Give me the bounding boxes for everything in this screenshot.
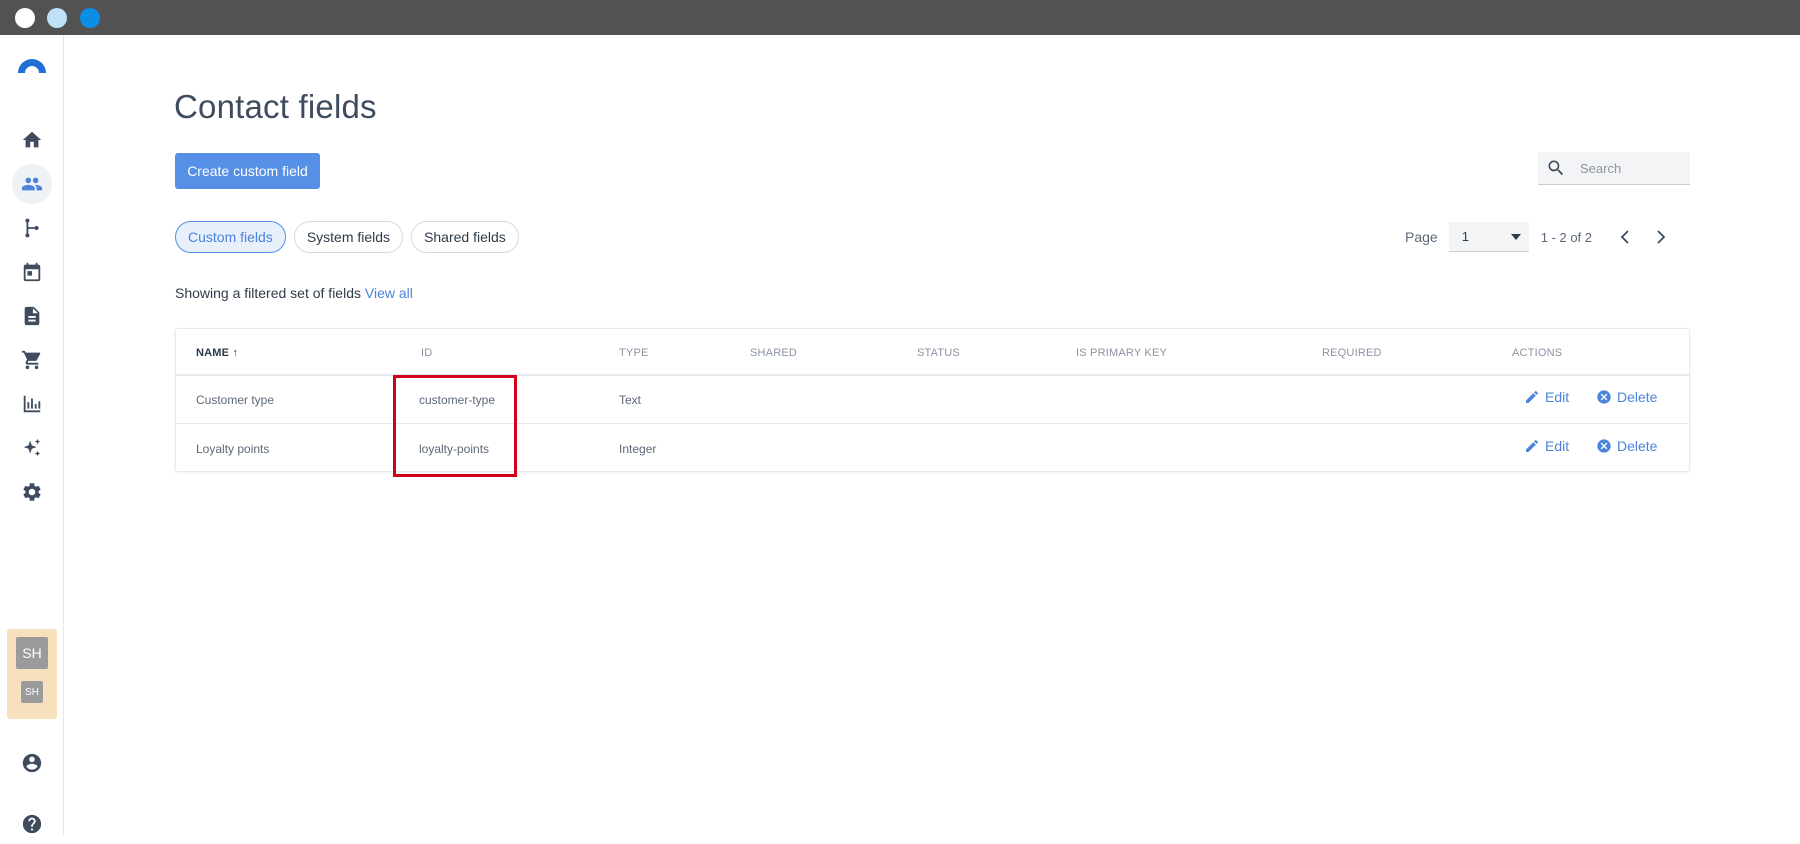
column-header-is-primary-key: IS PRIMARY KEY xyxy=(1076,347,1168,359)
sidebar-item-contacts[interactable] xyxy=(12,164,52,204)
account-switcher: SH SH xyxy=(7,629,57,719)
pagination: Page 1 1 - 2 of 2 xyxy=(1405,221,1676,253)
delete-button[interactable]: Delete xyxy=(1596,389,1657,405)
tab-custom-fields[interactable]: Custom fields xyxy=(175,221,286,253)
cart-icon xyxy=(21,350,41,370)
page-range: 1 - 2 of 2 xyxy=(1540,229,1593,245)
avatar[interactable]: SH xyxy=(16,637,48,669)
branch-icon xyxy=(25,218,39,238)
chevron-right-icon xyxy=(1657,230,1666,244)
view-all-link[interactable]: View all xyxy=(365,285,413,301)
logo-icon[interactable] xyxy=(16,53,48,75)
column-header-status: STATUS xyxy=(917,347,960,359)
delete-button[interactable]: Delete xyxy=(1596,438,1657,454)
sidebar-item-journeys[interactable] xyxy=(12,208,52,248)
page-title: Contact fields xyxy=(174,88,377,125)
document-icon xyxy=(24,306,40,326)
sidebar-item-ai[interactable] xyxy=(12,428,52,468)
table-row: Loyalty points loyalty-points Integer Ed… xyxy=(176,425,1689,473)
bar-chart-icon xyxy=(23,395,41,413)
caret-down-icon xyxy=(1510,233,1521,240)
window-minimize-button[interactable] xyxy=(47,8,67,28)
cancel-circle-icon xyxy=(1597,390,1611,404)
sparkle-icon xyxy=(23,438,41,457)
cell-type: Text xyxy=(619,393,642,407)
search-box[interactable] xyxy=(1538,152,1690,185)
cell-name: Loyalty points xyxy=(196,442,270,456)
home-icon xyxy=(22,131,42,148)
sidebar-item-commerce[interactable] xyxy=(12,340,52,380)
column-header-id: ID xyxy=(421,347,433,359)
avatar-small[interactable]: SH xyxy=(21,681,43,703)
edit-button[interactable]: Edit xyxy=(1524,438,1569,454)
prev-page-button[interactable] xyxy=(1610,222,1640,252)
sort-arrow-up-icon: ↑ xyxy=(232,347,239,359)
edit-button[interactable]: Edit xyxy=(1524,389,1569,405)
column-header-shared: SHARED xyxy=(750,347,798,359)
table-header: NAME ↑ ID TYPE SHARED STATUS IS PRIMARY … xyxy=(176,329,1689,376)
fields-table: NAME ↑ ID TYPE SHARED STATUS IS PRIMARY … xyxy=(175,328,1690,472)
people-icon xyxy=(21,177,43,191)
page-select-value: 1 xyxy=(1461,229,1469,244)
calendar-icon xyxy=(23,262,41,282)
column-header-type: TYPE xyxy=(619,347,649,359)
tab-shared-fields[interactable]: Shared fields xyxy=(411,221,519,253)
column-header-required: REQUIRED xyxy=(1322,347,1382,359)
cell-type: Integer xyxy=(619,442,657,456)
page-label: Page xyxy=(1405,229,1438,245)
cell-id: customer-type xyxy=(419,393,496,407)
sidebar-item-analytics[interactable] xyxy=(12,384,52,424)
next-page-button[interactable] xyxy=(1646,222,1676,252)
sidebar-item-profile[interactable] xyxy=(12,743,52,783)
pencil-icon xyxy=(1526,439,1539,452)
window-titlebar xyxy=(0,0,1800,35)
window-maximize-button[interactable] xyxy=(80,8,100,28)
filter-note: Showing a filtered set of fields View al… xyxy=(175,285,413,301)
search-icon xyxy=(1548,160,1564,176)
field-type-tabs: Custom fields System fields Shared field… xyxy=(175,221,519,253)
cell-name: Customer type xyxy=(196,393,275,407)
window-close-button[interactable] xyxy=(15,8,35,28)
tab-system-fields[interactable]: System fields xyxy=(293,221,404,253)
chevron-left-icon xyxy=(1620,230,1629,244)
account-circle-icon xyxy=(22,753,42,773)
search-input[interactable] xyxy=(1580,160,1680,176)
help-icon xyxy=(22,814,42,834)
create-custom-field-button[interactable]: Create custom field xyxy=(175,153,320,189)
pencil-icon xyxy=(1526,390,1539,403)
column-header-name[interactable]: NAME ↑ xyxy=(196,347,238,359)
sidebar-item-content[interactable] xyxy=(12,296,52,336)
sidebar-item-settings[interactable] xyxy=(12,472,52,512)
sidebar: SH SH xyxy=(0,35,64,835)
gear-icon xyxy=(23,483,41,501)
cell-id: loyalty-points xyxy=(419,442,490,456)
sidebar-item-calendar[interactable] xyxy=(12,252,52,292)
filter-note-text: Showing a filtered set of fields xyxy=(175,285,361,301)
column-header-actions: ACTIONS xyxy=(1512,347,1563,359)
cancel-circle-icon xyxy=(1597,439,1611,453)
page-select[interactable]: 1 xyxy=(1448,222,1529,252)
table-row: Customer type customer-type Text Edit De… xyxy=(176,376,1689,424)
sidebar-item-help[interactable] xyxy=(12,804,52,844)
sidebar-item-home[interactable] xyxy=(12,120,52,160)
